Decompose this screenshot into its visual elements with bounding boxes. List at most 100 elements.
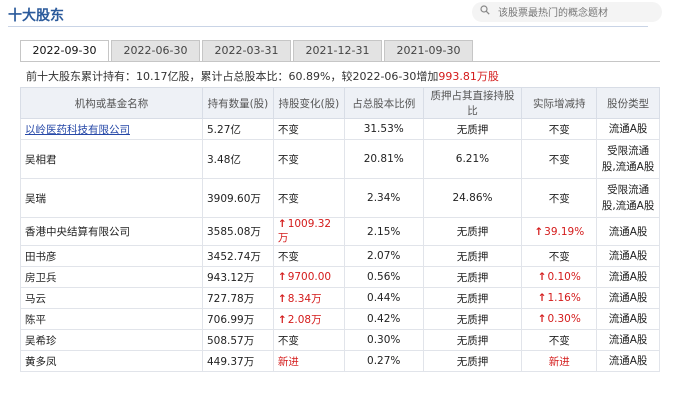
- cell-ratio: 0.44%: [343, 287, 424, 309]
- cell-ratio: 0.30%: [343, 329, 424, 351]
- cell-ratio: 31.53%: [343, 118, 424, 140]
- cell-share-type: 流通A股: [596, 266, 660, 288]
- cell-ratio: 0.42%: [343, 308, 424, 330]
- cell-ratio: 2.07%: [343, 245, 424, 267]
- change-value: 不变: [277, 153, 299, 166]
- change-value: 不变: [277, 250, 299, 263]
- col-header-type: 股份类型: [596, 87, 660, 119]
- table-row: 香港中央结算有限公司 3585.08万 ↑1009.32万 2.15% 无质押 ↑39.1…: [20, 217, 660, 246]
- cell-holder-name: 黄多凤: [20, 350, 203, 372]
- cell-quantity: 508.57万: [202, 329, 274, 351]
- cell-actual-change: 不变: [521, 329, 598, 351]
- cell-quantity: 5.27亿: [202, 118, 274, 140]
- cell-share-type: 流通A股: [596, 329, 660, 351]
- arrow-up-icon: ↑: [534, 225, 544, 238]
- tab-2021-12-31[interactable]: 2021-12-31: [293, 40, 382, 61]
- holder-link[interactable]: 以岭医药科技有限公司: [25, 124, 130, 136]
- cell-share-type: 流通A股: [596, 217, 660, 246]
- holder-name: 房卫兵: [25, 271, 57, 284]
- cell-actual-change: 不变: [521, 178, 598, 218]
- cell-ratio: 2.15%: [343, 217, 424, 246]
- cell-share-type: 流通A股: [596, 308, 660, 330]
- actual-value: 不变: [548, 250, 570, 263]
- change-value: 不变: [277, 123, 299, 136]
- arrow-up-icon: ↑: [537, 313, 547, 325]
- actual-value: 0.30%: [547, 313, 581, 325]
- tab-2022-03-31[interactable]: 2022-03-31: [202, 40, 291, 61]
- cell-holder-name: 马云: [20, 287, 203, 309]
- cell-actual-change: 不变: [521, 139, 598, 179]
- change-value: 9700.00: [287, 271, 332, 283]
- actual-value: 39.19%: [544, 225, 585, 238]
- cell-holder-name: 吴相君: [20, 139, 203, 179]
- actual-value: 不变: [548, 334, 570, 347]
- holder-name: 吴希珍: [25, 334, 57, 347]
- search-input[interactable]: 该股票最热门的概念题材: [498, 4, 608, 19]
- arrow-up-icon: ↑: [277, 313, 287, 326]
- table-row: 吴希珍 508.57万 不变 0.30% 无质押 不变 流通A股: [20, 329, 660, 351]
- change-value: 不变: [277, 192, 299, 205]
- summary-prefix: 前十大股东累计持有：: [26, 70, 136, 83]
- holder-name: 陈平: [25, 313, 46, 326]
- cell-quantity: 727.78万: [202, 287, 274, 309]
- actual-value: 不变: [548, 123, 570, 136]
- cell-quantity: 3585.08万: [202, 217, 274, 246]
- cell-quantity: 3909.60万: [202, 178, 274, 218]
- cell-holder-name: 香港中央结算有限公司: [20, 217, 203, 246]
- page: 十大股东 该股票最热门的概念题材 2022-09-30 2022-06-30 2…: [0, 0, 676, 400]
- table-row: 吴瑞 3909.60万 不变 2.34% 24.86% 不变 受限流通股,流通A股: [20, 178, 660, 218]
- table-row: 黄多凤 449.37万 新进 0.27% 无质押 新进 流通A股: [20, 350, 660, 372]
- cell-pledge: 无质押: [422, 266, 523, 288]
- tab-divider: [20, 61, 660, 62]
- cell-change: 不变: [272, 178, 345, 218]
- cell-pledge: 无质押: [422, 329, 523, 351]
- holder-name: 黄多凤: [25, 355, 57, 368]
- cell-change: 不变: [272, 118, 345, 140]
- cell-change: ↑2.08万: [272, 308, 345, 330]
- cell-share-type: 流通A股: [596, 350, 660, 372]
- holder-name: 田书彦: [25, 250, 57, 263]
- cell-holder-name: 吴瑞: [20, 178, 203, 218]
- cell-actual-change: 不变: [521, 245, 598, 267]
- actual-value: 不变: [548, 192, 570, 205]
- tab-2022-09-30[interactable]: 2022-09-30: [20, 40, 109, 62]
- section-header: 十大股东 该股票最热门的概念题材: [0, 0, 676, 30]
- cell-share-type: 流通A股: [596, 287, 660, 309]
- cell-pledge: 无质押: [422, 350, 523, 372]
- cell-holder-name: 吴希珍: [20, 329, 203, 351]
- arrow-up-icon: ↑: [277, 271, 287, 283]
- tab-2022-06-30[interactable]: 2022-06-30: [111, 40, 200, 61]
- summary-mid: ，累计占总股本比：: [189, 70, 289, 83]
- tab-2021-09-30[interactable]: 2021-09-30: [384, 40, 473, 61]
- cell-quantity: 3.48亿: [202, 139, 274, 179]
- title-divider: [8, 26, 648, 27]
- col-header-pledge: 质押占其直接持股比: [422, 87, 523, 119]
- cell-ratio: 0.56%: [343, 266, 424, 288]
- cell-pledge: 6.21%: [422, 139, 523, 179]
- cell-pledge: 无质押: [422, 287, 523, 309]
- cell-holder-name: 房卫兵: [20, 266, 203, 288]
- cell-quantity: 3452.74万: [202, 245, 274, 267]
- col-header-ratio: 占总股本比例: [343, 87, 424, 119]
- search-box[interactable]: 该股票最热门的概念题材: [472, 2, 662, 22]
- table-row: 以岭医药科技有限公司 5.27亿 不变 31.53% 无质押 不变 流通A股: [20, 118, 660, 140]
- cell-actual-change: ↑39.19%: [521, 217, 598, 246]
- cell-share-type: 流通A股: [596, 118, 660, 140]
- cell-actual-change: 不变: [521, 118, 598, 140]
- cell-quantity: 943.12万: [202, 266, 274, 288]
- cell-holder-name: 陈平: [20, 308, 203, 330]
- actual-value: 0.10%: [547, 271, 581, 283]
- table-row: 马云 727.78万 ↑8.34万 0.44% 无质押 ↑1.16% 流通A股: [20, 287, 660, 309]
- cell-holder-name[interactable]: 以岭医药科技有限公司: [20, 118, 203, 140]
- col-header-qty: 持有数量(股): [202, 87, 274, 119]
- cell-share-type: 流通A股: [596, 245, 660, 267]
- cell-change: 新进: [272, 350, 345, 372]
- cell-pledge: 无质押: [422, 217, 523, 246]
- period-tabs: 2022-09-30 2022-06-30 2022-03-31 2021-12…: [20, 40, 660, 62]
- arrow-up-icon: ↑: [277, 218, 287, 230]
- table-body: 以岭医药科技有限公司 5.27亿 不变 31.53% 无质押 不变 流通A股 吴相君 3.48亿…: [20, 118, 660, 372]
- actual-value: 新进: [548, 355, 570, 368]
- arrow-up-icon: ↑: [277, 292, 287, 305]
- holder-name: 马云: [25, 292, 46, 305]
- cell-change: 不变: [272, 245, 345, 267]
